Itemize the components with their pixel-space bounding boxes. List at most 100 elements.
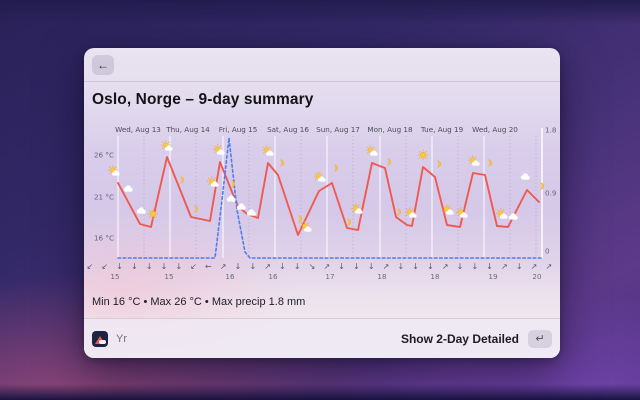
wind-arrow-icon: ↓ — [516, 262, 523, 271]
sun-ray — [149, 210, 151, 212]
x-tick-label: 19 — [488, 272, 498, 281]
wind-arrow-icon: ↓ — [161, 262, 168, 271]
back-arrow-icon: ← — [97, 58, 109, 72]
wind-arrow-icon: ↗ — [383, 262, 390, 271]
sun-ray — [114, 166, 117, 169]
wind-arrow-icon: ↙ — [101, 262, 108, 271]
sun-ray — [462, 214, 465, 216]
sun-icon — [444, 206, 450, 212]
wind-arrow-icon: ↗ — [220, 262, 227, 271]
sun-ray — [301, 228, 303, 230]
temp-tick-label: 16 °C — [94, 234, 114, 243]
wind-arrow-icon: ← — [205, 262, 212, 271]
sun-icon — [407, 209, 413, 215]
sun-ray — [502, 215, 505, 217]
temp-tick-label: 21 °C — [94, 193, 114, 202]
cloud-icon — [520, 173, 530, 180]
sun-ray — [448, 205, 451, 208]
wind-arrow-icon: ↙ — [87, 262, 94, 271]
page-title: Oslo, Norge – 9-day summary — [92, 91, 314, 108]
sun-ray — [320, 178, 323, 180]
sun-icon — [302, 223, 308, 229]
x-tick-label: 16 — [268, 272, 278, 281]
cloud-icon — [136, 207, 146, 214]
sun-ray — [320, 172, 323, 175]
sun-ray — [301, 222, 303, 225]
sun-icon — [215, 146, 221, 152]
moon-icon — [397, 208, 401, 216]
sun-ray — [367, 146, 369, 149]
wind-arrow-icon: ↗ — [264, 262, 271, 271]
sun-ray — [497, 215, 499, 217]
day-label: Sun, Aug 17 — [316, 125, 360, 134]
cloud-icon — [446, 209, 454, 215]
sun-ray — [214, 145, 216, 148]
moon-icon — [194, 205, 198, 213]
day-label: Mon, Aug 18 — [367, 125, 413, 134]
sun-ray — [167, 141, 170, 144]
sun-ray — [425, 157, 427, 159]
sun-ray — [474, 156, 477, 159]
sun-ray — [352, 210, 354, 212]
sun-ray — [306, 222, 309, 225]
sun-ray — [411, 208, 414, 211]
yr-app-icon — [92, 330, 108, 347]
wind-arrow-icon: ↓ — [249, 262, 256, 271]
cloud-icon — [112, 170, 120, 176]
sun-icon — [163, 142, 169, 148]
sun-ray — [457, 214, 459, 216]
sun-ray — [149, 216, 151, 218]
sun-ray — [208, 177, 210, 180]
sun-ray — [109, 172, 111, 174]
sun-icon — [419, 151, 427, 159]
cloud-icon — [123, 185, 133, 192]
primary-action-label: Show 2-Day Detailed — [400, 331, 519, 346]
sun-ray — [155, 216, 157, 218]
sun-ray — [457, 208, 459, 211]
moon-icon — [347, 218, 351, 226]
sun-ray — [306, 228, 309, 230]
sun-icon — [316, 173, 322, 179]
sun-ray — [357, 210, 360, 212]
app-name: Yr — [116, 332, 127, 345]
wind-arrow-icon: ↘ — [309, 262, 316, 271]
wind-arrow-icon: ↓ — [131, 262, 138, 271]
wind-arrow-icon: ↗ — [442, 262, 449, 271]
sun-ray — [155, 210, 157, 212]
moon-icon — [387, 158, 391, 166]
app-chip: Yr — [92, 330, 127, 347]
sun-ray — [448, 211, 451, 213]
wind-arrow-icon: ↓ — [175, 262, 182, 271]
moon-icon — [280, 159, 284, 167]
nine-day-summary-chart: Wed, Aug 13 Thu, Aug 14 Fri, Aug 15 Sat, Au… — [87, 125, 557, 281]
wind-arrow-icon: ↗ — [545, 262, 552, 271]
sun-ray — [367, 152, 369, 154]
cloud-icon — [217, 149, 225, 155]
sun-ray — [497, 209, 499, 212]
cloud-icon — [370, 150, 378, 156]
day-label: Wed, Aug 20 — [472, 125, 518, 134]
cloud-icon — [508, 213, 518, 220]
moon-icon — [488, 159, 492, 167]
sun-ray — [372, 146, 375, 149]
sun-ray — [406, 208, 408, 211]
day-label: Tue, Aug 19 — [420, 125, 464, 134]
sun-icon — [264, 147, 270, 153]
sun-ray — [114, 172, 117, 174]
sun-ray — [109, 166, 111, 169]
primary-action-button[interactable]: Show 2-Day Detailed ↵ — [400, 329, 552, 348]
back-button[interactable]: ← — [92, 55, 114, 75]
sun-ray — [462, 208, 465, 211]
cloud-icon — [236, 203, 246, 210]
cloud-icon — [226, 195, 236, 202]
wind-arrow-icon: ↓ — [471, 262, 478, 271]
sun-ray — [219, 151, 222, 153]
cloud-icon — [211, 181, 219, 187]
sun-ray — [443, 211, 445, 213]
sun-ray — [268, 146, 271, 149]
precip-tick-label: 0 — [545, 247, 550, 256]
sun-ray — [502, 209, 505, 212]
sun-ray — [425, 151, 427, 153]
desktop-background: { "window": { "back_glyph": "←", "title"… — [0, 0, 640, 400]
cloud-icon — [500, 213, 508, 219]
